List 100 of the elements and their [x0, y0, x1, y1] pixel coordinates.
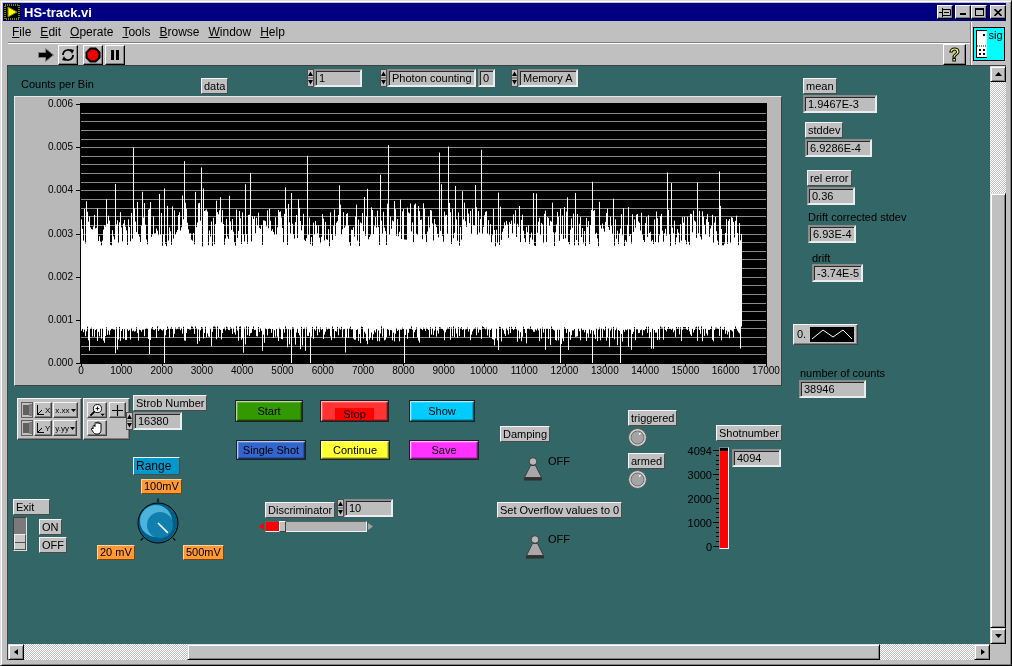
increment-arrows-icon[interactable]: [126, 412, 133, 430]
indicator-label: triggered: [628, 410, 678, 426]
run-continuously-button[interactable]: [58, 44, 78, 65]
scale-lock-icon[interactable]: [21, 420, 33, 436]
indicator-label: stddev: [805, 122, 844, 138]
axis-tick-label: 6000: [311, 365, 334, 377]
vi-icon-text: sig: [988, 30, 1003, 41]
crosshair-button[interactable]: [108, 402, 126, 418]
menu-item[interactable]: Operate: [69, 25, 115, 39]
axis-tick-label: 13000: [590, 365, 619, 377]
menu-item[interactable]: Tools: [121, 25, 152, 39]
scale-lock-icon[interactable]: [21, 402, 33, 418]
knob-scale-label: 500mV: [183, 545, 224, 560]
triangle-wave-icon: [810, 327, 855, 342]
stop-icon: [85, 46, 101, 63]
indicator-label: armed: [628, 453, 666, 469]
indicator-label: mean: [803, 78, 837, 94]
slider-thumb[interactable]: [279, 521, 286, 532]
menu-item[interactable]: Help: [259, 25, 286, 39]
toggle-lever-icon[interactable]: [525, 535, 545, 559]
scrollbar-thumb[interactable]: [187, 644, 880, 660]
axis-tick-label: 12000: [550, 365, 579, 377]
minimize-button[interactable]: [955, 5, 971, 19]
play-triangle-icon: [4, 4, 20, 20]
up-arrow-icon: [994, 71, 1002, 77]
axis-tick-label: 2000: [150, 365, 173, 377]
menu-item[interactable]: Edit: [39, 25, 63, 39]
pause-button[interactable]: [105, 44, 125, 65]
switch-state-text: OFF: [548, 533, 570, 546]
format-button[interactable]: y.yy: [53, 420, 77, 436]
axis-tick-label: 0.001: [46, 313, 73, 326]
increment-arrows-icon[interactable]: [337, 499, 344, 517]
axis-tick-label: 0.006: [46, 98, 73, 110]
menu-item[interactable]: Window: [207, 25, 253, 39]
terminal-pattern-icon: [975, 30, 988, 58]
knob-scale-label: 100mV: [141, 479, 182, 494]
axis-scale-button[interactable]: Y: [34, 420, 53, 436]
axis-tick-label: 0.002: [46, 270, 73, 283]
run-arrow-icon: [37, 46, 55, 63]
numeric-display: 4094: [732, 449, 781, 467]
numeric-display: 0.36: [807, 187, 855, 205]
scroll-left-button[interactable]: [8, 644, 24, 660]
crosshair-icon: [111, 404, 123, 416]
close-button[interactable]: [990, 5, 1006, 19]
menu-item[interactable]: File: [11, 25, 33, 39]
increment-arrows-icon[interactable]: [511, 69, 518, 87]
switch-state-text: OFF: [548, 455, 570, 468]
ring-selector[interactable]: Memory A: [518, 69, 578, 87]
numeric-field[interactable]: 10: [344, 499, 393, 517]
axis-tick-label: 7000: [351, 365, 375, 377]
axis-tick-label: 5000: [271, 365, 294, 377]
axis-tick-label: 14000: [631, 365, 659, 377]
axis-tick-label: 0: [78, 365, 84, 377]
zoom-icon: [88, 403, 105, 417]
indicator-label: Shotnumber: [716, 425, 782, 441]
scroll-right-button[interactable]: [974, 644, 990, 660]
abort-button[interactable]: [83, 44, 103, 65]
pan-button[interactable]: [86, 420, 107, 436]
numeric-field[interactable]: 16380: [133, 412, 182, 430]
picture-ring[interactable]: 0.: [793, 324, 859, 345]
window-title: HS-track.vi: [24, 4, 93, 20]
hand-icon: [89, 421, 104, 435]
axis-tick-label: 0.005: [46, 141, 73, 154]
stop-button[interactable]: Stop: [320, 400, 389, 422]
increment-arrow-icon[interactable]: [368, 523, 373, 530]
format-button[interactable]: x.xx: [53, 402, 78, 418]
numeric-field[interactable]: 1: [314, 69, 362, 87]
control-label: Discriminator: [265, 502, 336, 518]
graph-name-label: data: [201, 78, 229, 94]
axis-tick-label: 9000: [432, 365, 455, 377]
scrollbar-thumb[interactable]: [990, 193, 1006, 628]
continue-button[interactable]: Continue: [320, 440, 390, 460]
numeric-display: 0: [478, 69, 495, 87]
numeric-display: 6.9286E-4: [805, 139, 872, 157]
slide-switch[interactable]: [13, 517, 27, 551]
axis-tick-label: 15000: [671, 365, 700, 377]
show-button[interactable]: Show: [409, 400, 475, 422]
zoom-button[interactable]: [86, 402, 107, 418]
switch-label: Damping: [500, 426, 551, 442]
axis-icon: [36, 404, 44, 416]
increment-arrows-icon[interactable]: [380, 69, 387, 87]
knob-scale-label: 20 mV: [97, 545, 135, 560]
scroll-up-button[interactable]: [990, 66, 1006, 82]
maximize-button[interactable]: [971, 5, 987, 19]
axis-tick-label: 17000: [752, 365, 780, 377]
menu-item[interactable]: Browse: [158, 25, 201, 39]
single-shot-button[interactable]: Single Shot: [236, 440, 306, 460]
pin-button[interactable]: [937, 5, 953, 19]
caret-icon: [70, 408, 76, 412]
save-button[interactable]: Save: [409, 440, 479, 460]
knob-label: Range: [133, 457, 180, 475]
start-button[interactable]: Start: [235, 400, 303, 422]
increment-arrows-icon[interactable]: [307, 69, 314, 87]
toggle-lever-icon[interactable]: [523, 457, 543, 481]
scale-label: 1000: [686, 517, 712, 529]
axis-scale-button[interactable]: X: [34, 402, 53, 418]
scroll-down-button[interactable]: [990, 628, 1006, 644]
minimize-icon: [960, 13, 966, 15]
maximize-icon: [974, 8, 984, 16]
ring-selector[interactable]: Photon counting: [387, 69, 476, 87]
